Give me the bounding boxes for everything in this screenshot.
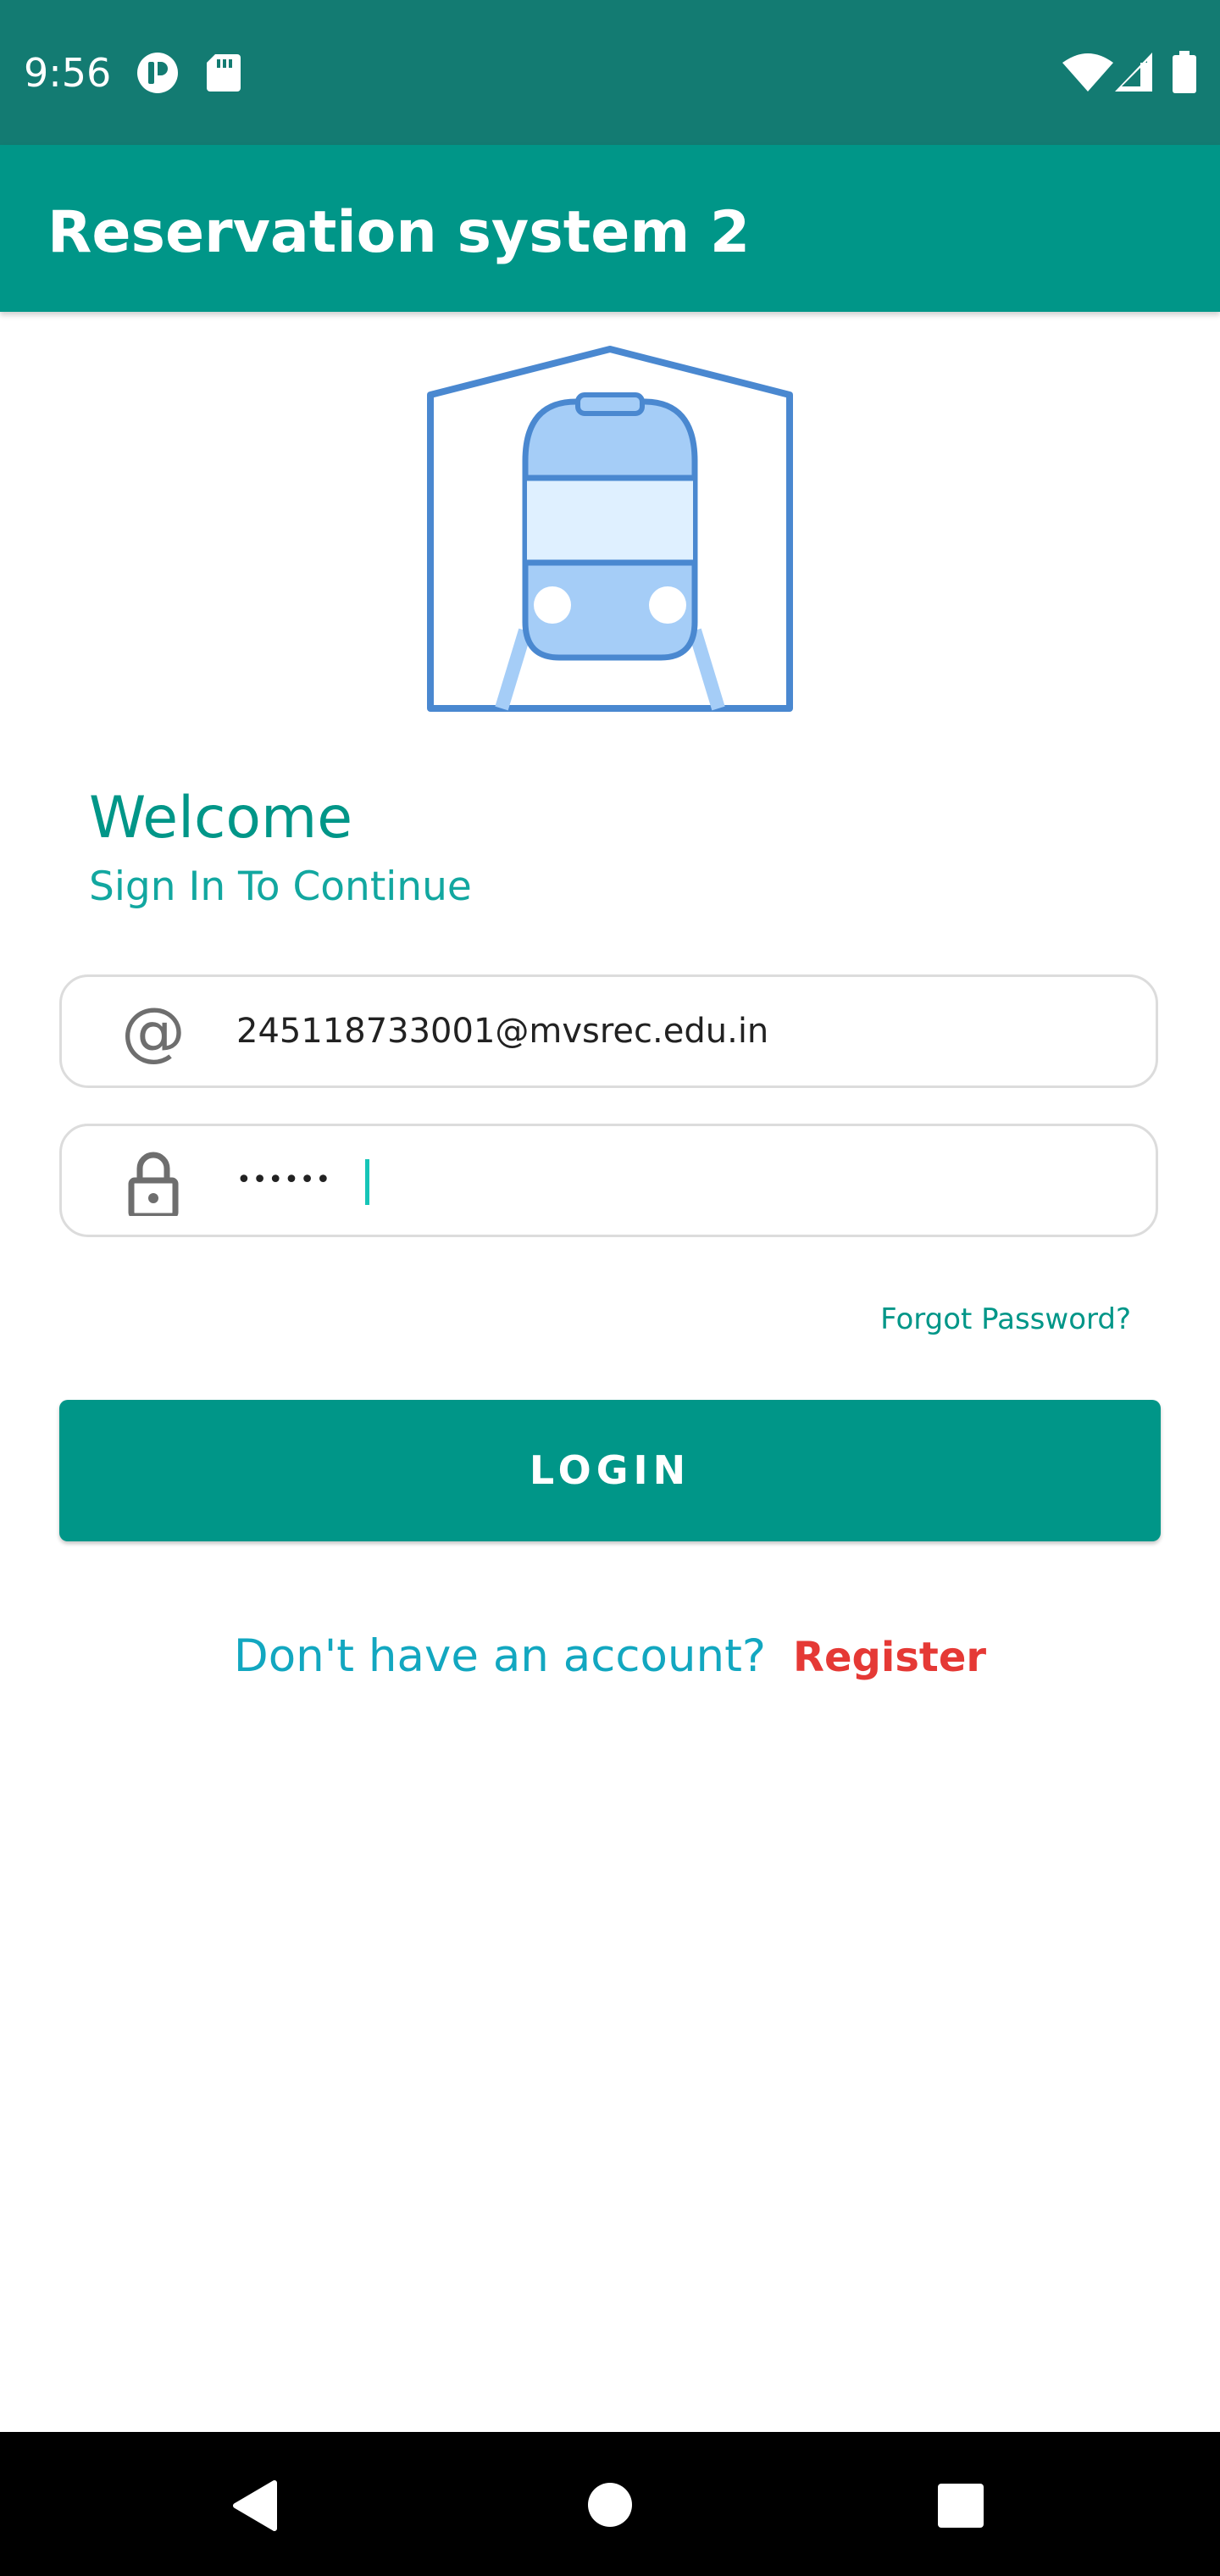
email-field[interactable]: @ 245118733001@mvsrec.edu.in: [59, 974, 1158, 1088]
home-icon[interactable]: [587, 2482, 633, 2528]
back-icon[interactable]: [230, 2479, 278, 2532]
status-time: 9:56: [24, 50, 112, 96]
wifi-icon: [1062, 53, 1113, 92]
nav-bar: [0, 2432, 1220, 2576]
app-bar: Reservation system 2: [0, 145, 1220, 312]
forgot-password-link[interactable]: Forgot Password?: [880, 1301, 1131, 1338]
app-notification-icon: [137, 53, 178, 93]
welcome-title: Welcome: [89, 785, 353, 852]
signup-row: Don't have an account? Register: [0, 1630, 1220, 1682]
text-caret: [365, 1159, 369, 1205]
at-sign-icon: @: [121, 1002, 186, 1065]
password-field[interactable]: ••••••: [59, 1124, 1158, 1237]
welcome-subtitle: Sign In To Continue: [89, 863, 472, 910]
status-bar: 9:56: [0, 0, 1220, 145]
login-button[interactable]: LOGIN: [59, 1400, 1161, 1541]
email-value[interactable]: 245118733001@mvsrec.edu.in: [236, 977, 768, 1085]
battery-icon: [1173, 51, 1196, 93]
app-title: Reservation system 2: [47, 199, 751, 266]
register-link[interactable]: Register: [793, 1634, 986, 1681]
recents-icon[interactable]: [937, 2483, 984, 2529]
sd-card-icon: [207, 54, 241, 92]
lock-icon: [128, 1152, 179, 1216]
cell-signal-icon: [1115, 53, 1152, 92]
train-station-icon: [427, 346, 793, 712]
password-value[interactable]: ••••••: [236, 1126, 331, 1235]
no-account-text: Don't have an account?: [233, 1630, 767, 1682]
svg-text:@: @: [121, 1002, 186, 1065]
